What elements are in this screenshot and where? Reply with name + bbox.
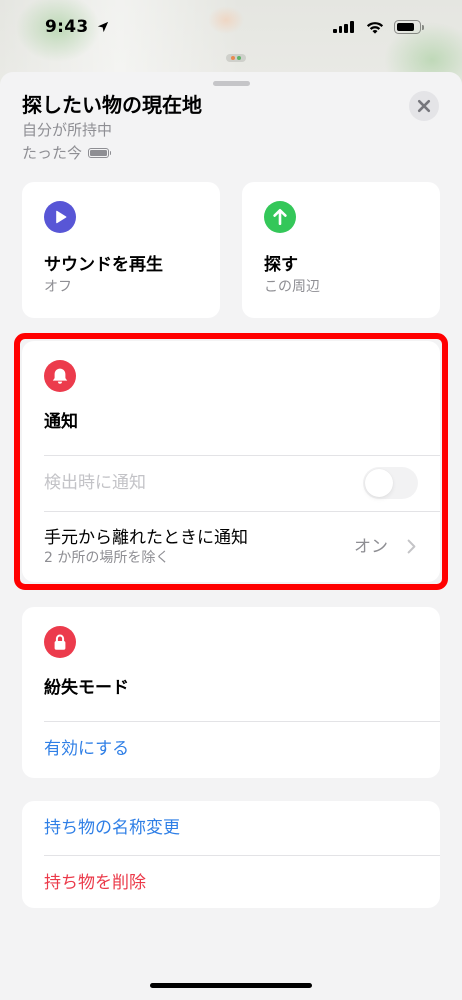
cellular-signal-icon <box>333 21 354 33</box>
battery-cap <box>422 24 425 30</box>
map-marker-dot <box>237 56 241 60</box>
item-detail-sheet: 探したい物の現在地 自分が所持中 たった今 サウンドを再生 オフ 探す この周辺 <box>0 72 462 1000</box>
battery-level <box>396 22 415 32</box>
bell-icon <box>44 360 76 392</box>
battery-icon <box>394 20 421 34</box>
play-sound-button[interactable]: サウンドを再生 オフ <box>22 182 220 318</box>
play-icon <box>44 201 76 233</box>
remove-item-button[interactable]: 持ち物を削除 <box>22 855 440 908</box>
status-time: 9:43 <box>45 17 89 37</box>
find-nearby-button[interactable]: 探す この周辺 <box>242 182 440 318</box>
close-button[interactable] <box>409 91 439 121</box>
item-actions-card: 持ち物の名称変更 持ち物を削除 <box>22 801 440 908</box>
last-updated-text: たった今 <box>22 144 83 162</box>
lost-mode-card: 紛失モード 有効にする <box>22 607 440 778</box>
lost-mode-title: 紛失モード <box>44 678 129 698</box>
chevron-right-icon <box>407 539 416 554</box>
find-nearby-label: 探す <box>264 255 298 275</box>
play-sound-label: サウンドを再生 <box>44 255 163 275</box>
home-indicator <box>150 983 312 988</box>
map-item-marker <box>226 54 246 62</box>
rename-item-label: 持ち物の名称変更 <box>44 818 180 838</box>
rename-item-button[interactable]: 持ち物の名称変更 <box>22 801 440 855</box>
find-nearby-status: この周辺 <box>264 279 320 295</box>
notifications-title: 通知 <box>44 412 78 432</box>
wifi-icon <box>366 22 384 34</box>
notify-when-found-toggle[interactable] <box>363 467 418 499</box>
page-title: 探したい物の現在地 <box>22 93 202 117</box>
owner-status: 自分が所持中 <box>22 121 113 139</box>
notify-when-left-behind-label: 手元から離れたときに通知 <box>44 528 248 548</box>
notify-when-found-label: 検出時に通知 <box>44 473 146 493</box>
notify-when-left-behind-value: オン <box>354 537 388 557</box>
item-battery-icon <box>88 148 112 158</box>
enable-lost-mode-label: 有効にする <box>44 739 130 759</box>
sheet-grabber[interactable] <box>213 81 250 86</box>
lock-icon <box>44 626 76 658</box>
enable-lost-mode-button[interactable]: 有効にする <box>22 721 440 778</box>
map-marker-dot <box>231 56 235 60</box>
notifications-card: 通知 検出時に通知 手元から離れたときに通知 2 か所の場所を除く オン <box>22 341 440 582</box>
play-sound-status: オフ <box>44 279 72 295</box>
toggle-knob <box>365 469 393 497</box>
close-icon <box>417 99 431 113</box>
notify-when-found-row[interactable]: 検出時に通知 <box>22 455 440 511</box>
notify-when-left-behind-detail: 2 か所の場所を除く <box>44 550 170 566</box>
last-updated: たった今 <box>22 144 112 162</box>
item-battery-level <box>90 150 107 156</box>
status-bar: 9:43 <box>0 0 462 50</box>
remove-item-label: 持ち物を削除 <box>44 873 146 893</box>
location-arrow-icon <box>97 21 109 33</box>
arrow-up-icon <box>264 201 296 233</box>
notify-when-left-behind-row[interactable]: 手元から離れたときに通知 2 か所の場所を除く オン <box>22 511 440 582</box>
